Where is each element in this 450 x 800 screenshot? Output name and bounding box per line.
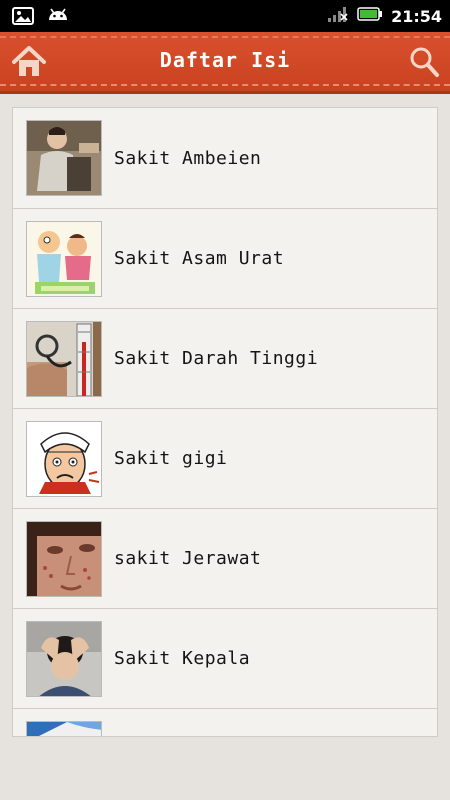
list-item-label: Sakit gigi (114, 448, 228, 469)
search-icon (408, 47, 440, 83)
list-item-label: Sakit Kepala (114, 648, 251, 669)
list-item[interactable]: Sakit Ambeien (13, 108, 437, 209)
home-icon (10, 46, 48, 84)
image-notification-icon (12, 6, 34, 30)
list-item[interactable]: Sakit Asam Urat (13, 209, 437, 309)
list-item[interactable]: sakit Jerawat (13, 509, 437, 609)
thumbnail-blood-pressure-meter (26, 320, 102, 397)
thumbnail-headache-person (26, 620, 102, 697)
list-item-label: sakit Jerawat (114, 548, 262, 569)
status-bar: 21:54 (0, 0, 450, 32)
list-item-label: Sakit Darah Tinggi (114, 348, 319, 369)
signal-icon (327, 5, 349, 27)
search-button[interactable] (408, 45, 440, 79)
thumbnail-cartoon-elderly (26, 220, 102, 297)
app-bar: Daftar Isi (0, 32, 450, 94)
list-item-label: Sakit Asam Urat (114, 248, 285, 269)
list-item[interactable]: Sakit gigi (13, 409, 437, 509)
list-item[interactable] (13, 709, 437, 736)
content-list: Sakit Ambeien Sakit Asam Urat Sakit Dara… (12, 107, 438, 737)
thumbnail-partial-blue-image (26, 720, 102, 736)
list-item[interactable]: Sakit Kepala (13, 609, 437, 709)
thumbnail-cartoon-toothache (26, 420, 102, 497)
status-time: 21:54 (391, 6, 442, 26)
list-item[interactable]: Sakit Darah Tinggi (13, 309, 437, 409)
list-item-label: Sakit Ambeien (114, 147, 262, 169)
thumbnail-acne-face (26, 520, 102, 597)
battery-icon (357, 6, 383, 26)
thumbnail-person-in-pain (26, 120, 102, 196)
home-button[interactable] (10, 44, 48, 80)
page-title: Daftar Isi (159, 48, 291, 72)
android-notification-icon (46, 6, 70, 30)
